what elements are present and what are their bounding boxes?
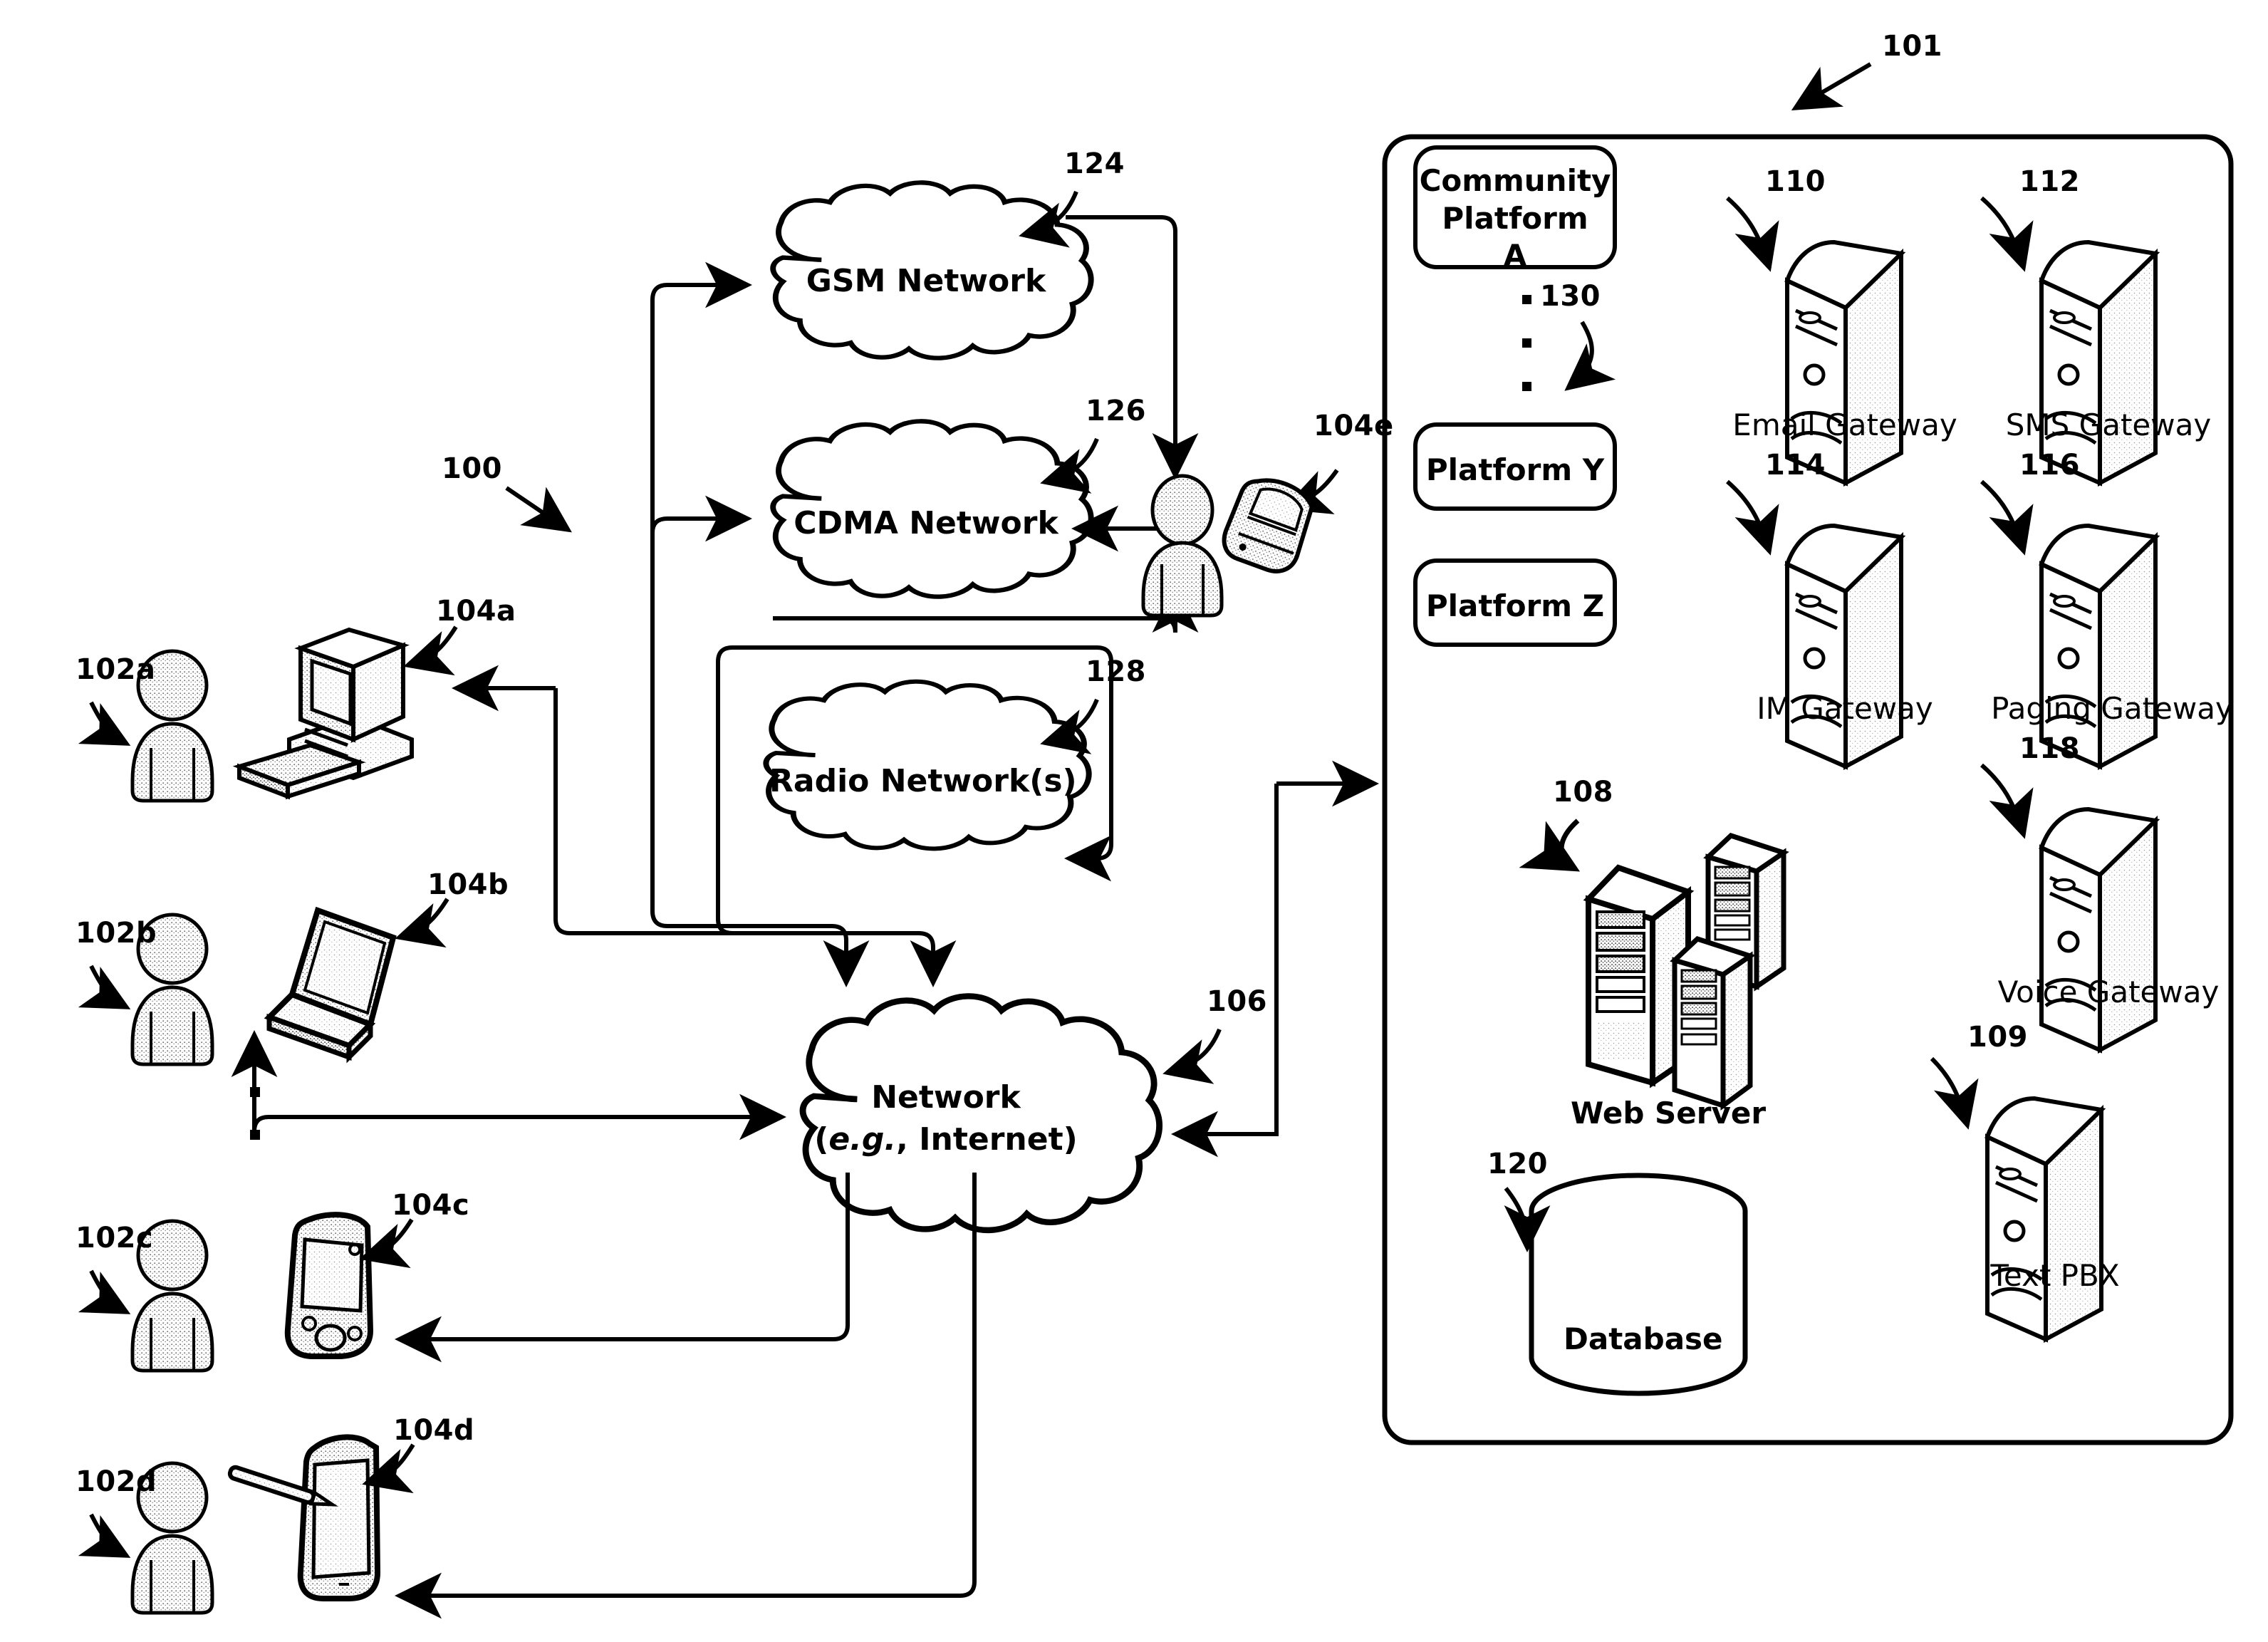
internet-paren-open: ( [814,1121,829,1158]
community-platform-line2: Platform [1442,200,1588,236]
internet-line2: (e.g., Internet) [789,1121,1103,1158]
ref-124-label: 124 [1064,147,1125,180]
voice-gateway-label: Voice Gateway [1997,975,2220,1009]
internet-suffix: , Internet) [896,1121,1078,1158]
cdma-network-label: CDMA Network [794,505,1058,541]
ref-104a-label: 104a [436,595,516,628]
ref-112-label: 112 [2019,165,2080,198]
community-platform-line3: A [1503,238,1527,273]
ref-102d-label: 102d [76,1465,157,1498]
ref-102a-label: 102a [76,653,156,686]
radio-network-label: Radio Network(s) [769,763,1077,799]
ref-102b-label: 102b [76,917,157,950]
ref-109-label: 109 [1967,1021,2028,1054]
database-label: Database [1564,1321,1723,1356]
ref-114-label: 114 [1765,449,1826,482]
gsm-network-label: GSM Network [806,263,1046,299]
web-server-label: Web Server [1571,1096,1767,1131]
patent-figure-canvas: 100 101 GSM Network CDMA Network Radio N… [0,0,2268,1642]
ref-104b-label: 104b [427,868,509,901]
ref-110-label: 110 [1765,165,1826,198]
ref-128-label: 128 [1086,655,1146,688]
ref-120-label: 120 [1487,1148,1548,1180]
ref-108-label: 108 [1553,776,1613,809]
internet-eg: e.g. [828,1121,897,1158]
ref-126-label: 126 [1086,395,1146,427]
community-platform-a-box: Community Platform A [1415,162,1615,275]
ref-104c-label: 104c [392,1189,470,1222]
ref-116-label: 116 [2019,449,2080,482]
internet-line1: Network [871,1079,1021,1116]
sms-gateway-label: SMS Gateway [2005,407,2212,442]
ref-130-label: 130 [1540,280,1601,313]
platform-y-box: Platform Y [1425,452,1605,487]
ref-102c-label: 102c [76,1222,154,1254]
im-gateway-label: IM Gateway [1757,691,1933,726]
text-pbx-label: Text PBX [1990,1258,2120,1293]
ref-100-label: 100 [442,452,502,485]
diagram-artwork [78,62,2234,1619]
ref-104d-label: 104d [393,1414,475,1447]
ref-106-label: 106 [1207,985,1267,1018]
paging-gateway-label: Paging Gateway [1991,691,2233,726]
platform-z-box: Platform Z [1425,588,1605,623]
internet-cloud-label: Network (e.g., Internet) [789,1079,1103,1158]
community-platform-line1: Community [1419,163,1611,198]
ref-104e-label: 104e [1314,410,1394,442]
ref-118-label: 118 [2019,732,2080,765]
ref-101-label: 101 [1882,30,1942,63]
email-gateway-label: Email Gateway [1732,407,1957,442]
